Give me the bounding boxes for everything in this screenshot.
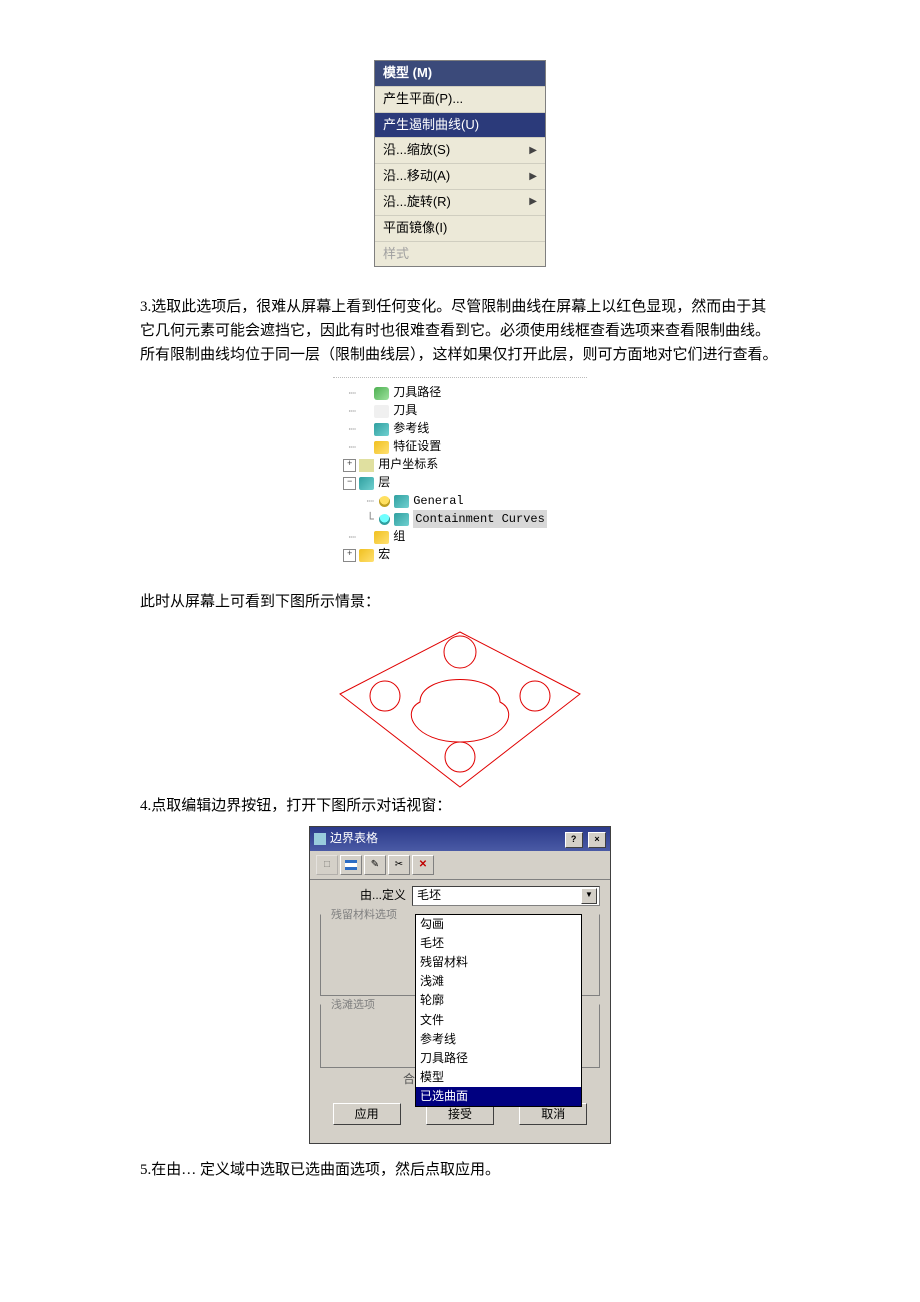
submenu-arrow-icon: ▶: [529, 143, 537, 159]
paragraph-3: 3.选取此选项后，很难从屏幕上看到任何变化。尽管限制曲线在屏幕上以红色显现，然而…: [140, 295, 780, 367]
layer-tree-figure: ┈刀具路径 ┈刀具 ┈参考线 ┈特征设置 +用户坐标系 −层 ┈General …: [140, 377, 780, 570]
model-menu-figure: 模型 (M) 产生平面(P)... 产生遏制曲线(U) 沿...缩放(S) ▶ …: [140, 60, 780, 267]
reference-icon: [374, 423, 389, 436]
tree-node-macro[interactable]: +宏: [343, 546, 547, 564]
boundary-dialog-figure: 边界表格 ? × □ ✎ ✂ ✕ 由...定义 毛坯 ▼: [140, 826, 780, 1143]
chevron-down-icon[interactable]: ▼: [581, 888, 597, 904]
option-reference[interactable]: 参考线: [416, 1030, 581, 1049]
apply-button[interactable]: 应用: [333, 1103, 401, 1125]
tree-node-general[interactable]: ┈General: [343, 492, 547, 510]
dialog-icon: [314, 833, 326, 845]
toolbar-save-icon[interactable]: [340, 855, 362, 875]
toolbar-new-icon: □: [316, 855, 338, 875]
tree-node-layers[interactable]: −层: [343, 474, 547, 492]
bulb-on-icon: [379, 514, 390, 525]
layer-icon: [394, 495, 409, 508]
menu-item-plane[interactable]: 产生平面(P)...: [375, 86, 545, 112]
layer-tree: ┈刀具路径 ┈刀具 ┈参考线 ┈特征设置 +用户坐标系 −层 ┈General …: [333, 377, 587, 570]
menu-item-rotate-along[interactable]: 沿...旋转(R) ▶: [375, 189, 545, 215]
tool-icon: [374, 405, 389, 418]
submenu-arrow-icon: ▶: [529, 169, 537, 185]
wireframe-figure: [140, 622, 780, 792]
containment-curve-sketch: [330, 622, 590, 792]
menu-item-style: 样式: [375, 241, 545, 267]
tree-node-toolpath[interactable]: ┈刀具路径: [343, 384, 547, 402]
close-button[interactable]: ×: [588, 832, 606, 848]
menu-item-containment-curve[interactable]: 产生遏制曲线(U): [375, 112, 545, 138]
menu-item-mirror[interactable]: 平面镜像(I): [375, 215, 545, 241]
toolbar-edit-icon[interactable]: ✎: [364, 855, 386, 875]
toolpath-icon: [374, 387, 389, 400]
tree-node-group[interactable]: ┈组: [343, 528, 547, 546]
menu-item-move-along[interactable]: 沿...移动(A) ▶: [375, 163, 545, 189]
option-selected-surface[interactable]: 已选曲面: [416, 1087, 581, 1106]
toolbar-cut-icon[interactable]: ✂: [388, 855, 410, 875]
dialog-toolbar: □ ✎ ✂ ✕: [310, 851, 610, 880]
paragraph-mid: 此时从屏幕上可看到下图所示情景：: [140, 590, 780, 614]
group-icon: [374, 531, 389, 544]
layer-icon: [394, 513, 409, 526]
option-model[interactable]: 模型: [416, 1068, 581, 1087]
tree-node-ucs[interactable]: +用户坐标系: [343, 456, 547, 474]
ucs-icon: [359, 459, 374, 472]
define-by-label: 由...定义: [360, 886, 406, 905]
option-toolpath[interactable]: 刀具路径: [416, 1049, 581, 1068]
option-residual[interactable]: 残留材料: [416, 953, 581, 972]
tree-node-feature[interactable]: ┈特征设置: [343, 438, 547, 456]
macro-icon: [359, 549, 374, 562]
expand-icon[interactable]: +: [343, 549, 356, 562]
tree-node-reference[interactable]: ┈参考线: [343, 420, 547, 438]
option-sketch[interactable]: 勾画: [416, 915, 581, 934]
tree-node-containment-curves[interactable]: └Containment Curves: [343, 510, 547, 528]
option-shoal[interactable]: 浅滩: [416, 972, 581, 991]
option-file[interactable]: 文件: [416, 1011, 581, 1030]
menu-title: 模型 (M): [375, 61, 545, 86]
feature-icon: [374, 441, 389, 454]
define-by-combo[interactable]: 毛坯 ▼: [412, 886, 600, 906]
help-button[interactable]: ?: [565, 832, 583, 848]
model-menu: 模型 (M) 产生平面(P)... 产生遏制曲线(U) 沿...缩放(S) ▶ …: [374, 60, 546, 267]
option-contour[interactable]: 轮廓: [416, 991, 581, 1010]
paragraph-4: 4.点取编辑边界按钮，打开下图所示对话视窗：: [140, 794, 780, 818]
tree-node-tool[interactable]: ┈刀具: [343, 402, 547, 420]
dialog-titlebar: 边界表格 ? ×: [310, 827, 610, 850]
layers-icon: [359, 477, 374, 490]
menu-item-scale-along[interactable]: 沿...缩放(S) ▶: [375, 137, 545, 163]
toolbar-delete-icon[interactable]: ✕: [412, 855, 434, 875]
boundary-dialog: 边界表格 ? × □ ✎ ✂ ✕ 由...定义 毛坯 ▼: [309, 826, 611, 1143]
define-by-dropdown[interactable]: 勾画 毛坯 残留材料 浅滩 轮廓 文件 参考线 刀具路径 模型 已选曲面: [415, 914, 582, 1108]
paragraph-5: 5.在由… 定义域中选取已选曲面选项，然后点取应用。: [140, 1158, 780, 1182]
option-stock[interactable]: 毛坯: [416, 934, 581, 953]
submenu-arrow-icon: ▶: [529, 194, 537, 210]
collapse-icon[interactable]: −: [343, 477, 356, 490]
dialog-title: 边界表格: [330, 831, 378, 845]
expand-icon[interactable]: +: [343, 459, 356, 472]
bulb-off-icon: [379, 496, 390, 507]
